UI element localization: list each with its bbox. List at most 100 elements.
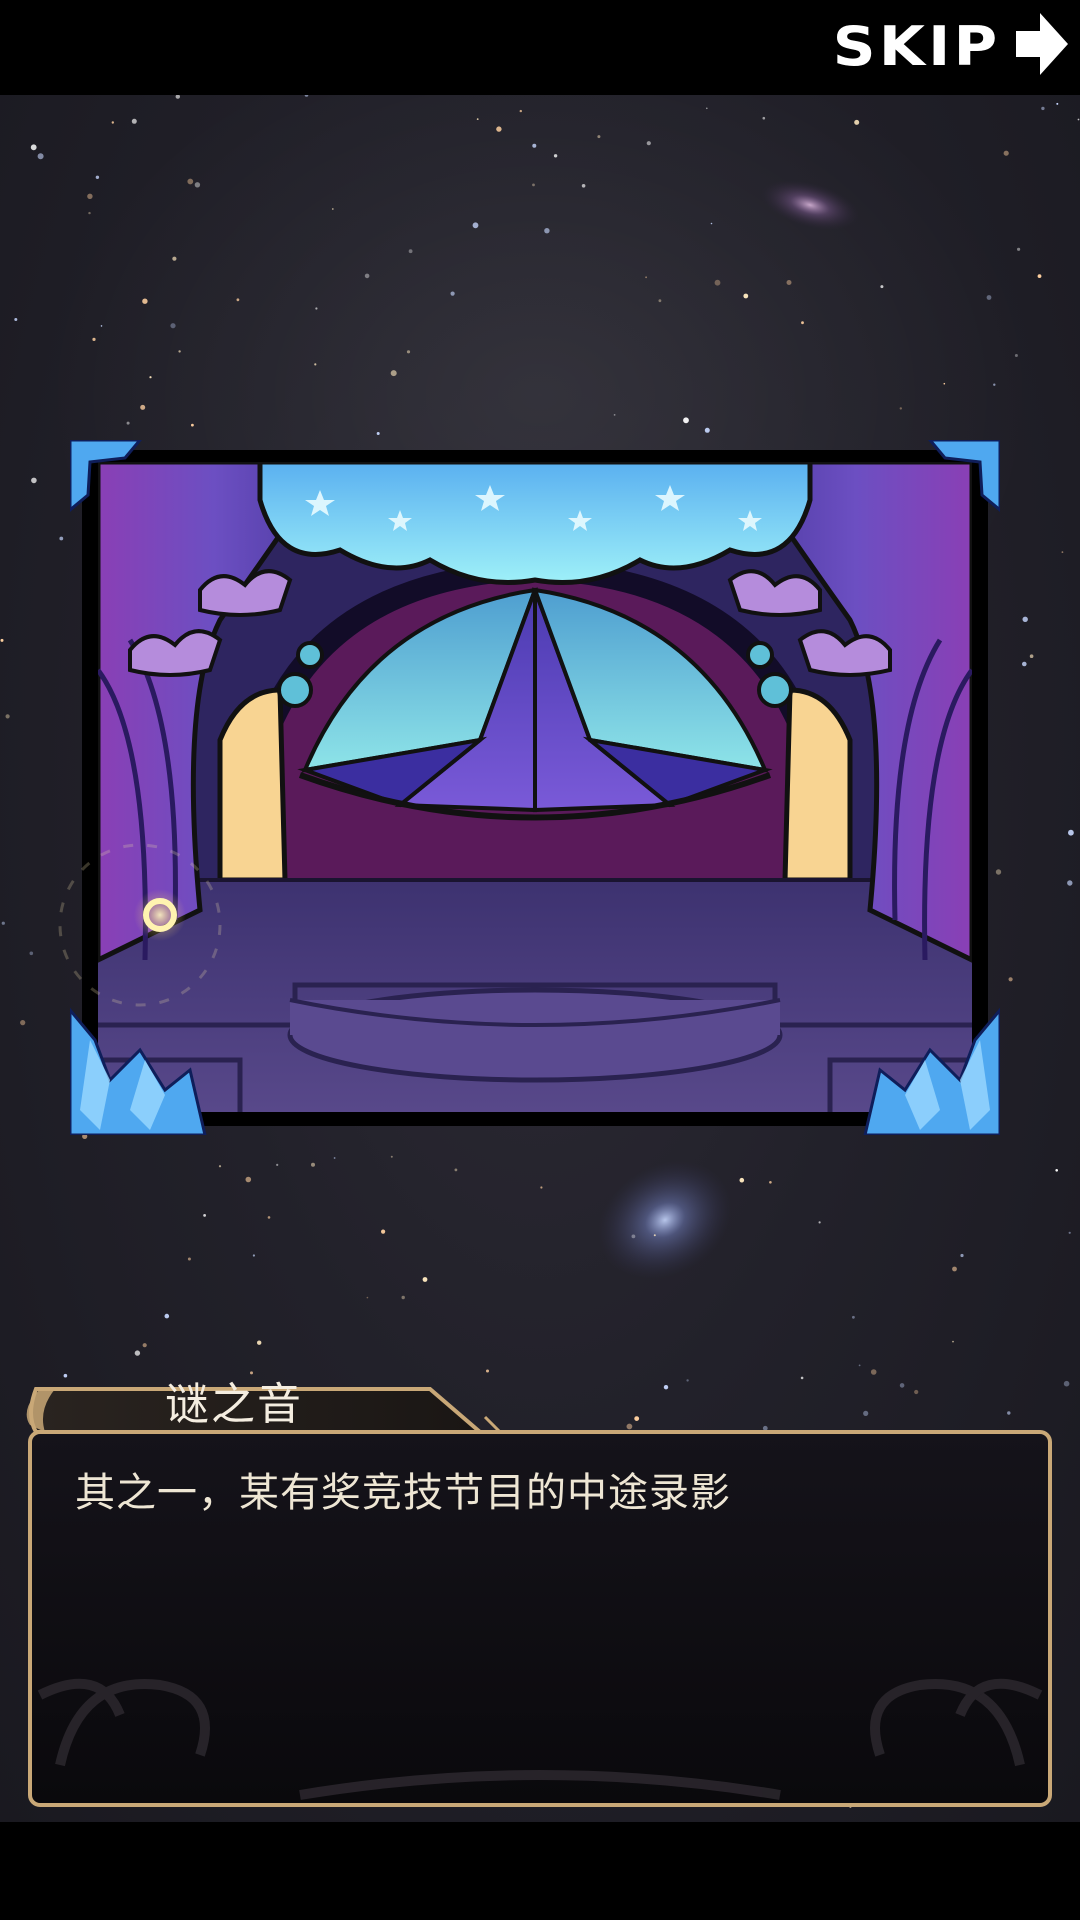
- star: [366, 1296, 369, 1299]
- star: [87, 193, 93, 199]
- star: [496, 126, 502, 132]
- star: [131, 118, 137, 124]
- star: [1056, 102, 1059, 105]
- star: [37, 153, 44, 160]
- dialog-text: 其之一，某有奖竞技节目的中途录影: [75, 1470, 731, 1516]
- star: [191, 423, 194, 427]
- star: [450, 291, 455, 296]
- stage-illustration: [68, 438, 1002, 1137]
- star: [126, 421, 130, 425]
- star: [142, 1343, 147, 1348]
- star: [645, 276, 647, 279]
- star: [164, 1313, 170, 1319]
- star: [88, 211, 91, 215]
- skip-button[interactable]: SKIP: [832, 10, 1070, 82]
- star: [422, 1277, 428, 1282]
- star: [762, 116, 766, 120]
- star: [553, 154, 558, 158]
- star: [769, 1181, 772, 1184]
- star: [658, 299, 662, 303]
- star: [899, 407, 902, 410]
- star: [581, 184, 586, 188]
- star: [1029, 654, 1034, 658]
- star: [236, 298, 240, 302]
- star: [852, 1315, 855, 1319]
- star: [331, 208, 334, 210]
- star: [257, 1340, 262, 1345]
- star: [743, 293, 749, 299]
- star: [333, 1157, 336, 1159]
- star: [401, 1295, 405, 1300]
- star: [364, 273, 370, 279]
- star: [1003, 150, 1009, 156]
- star: [187, 1257, 191, 1261]
- star: [1068, 1231, 1071, 1234]
- dialog-frame-svg: [26, 1387, 1052, 1807]
- top-bar: SKIP: [0, 0, 1080, 95]
- dialog-box[interactable]: [0, 1365, 1080, 1815]
- star: [706, 107, 708, 110]
- star: [952, 1266, 957, 1272]
- star: [540, 1186, 543, 1189]
- star: [986, 295, 992, 300]
- star: [739, 1177, 745, 1183]
- star: [653, 1234, 656, 1237]
- game-screen[interactable]: SKIP 谜之音 其之一，某有奖竞技节目的中途录影: [0, 0, 1080, 1920]
- star: [31, 477, 37, 484]
- star: [245, 1176, 252, 1183]
- star: [311, 1162, 315, 1167]
- star: [252, 1254, 255, 1257]
- star: [381, 1229, 386, 1234]
- star: [993, 383, 996, 386]
- star: [960, 1253, 964, 1258]
- star: [390, 370, 397, 377]
- star: [683, 417, 689, 424]
- star: [218, 1165, 222, 1168]
- star: [29, 951, 34, 956]
- arrow-right-icon: [1014, 11, 1070, 81]
- star: [818, 1221, 821, 1224]
- star: [1067, 880, 1073, 886]
- star: [59, 536, 64, 541]
- star: [613, 414, 616, 416]
- star: [710, 222, 713, 225]
- star: [172, 256, 177, 261]
- star: [170, 323, 176, 329]
- star: [95, 175, 100, 179]
- star: [631, 1234, 636, 1239]
- star: [476, 118, 479, 120]
- star: [1068, 829, 1074, 836]
- star: [519, 109, 522, 113]
- star: [704, 427, 710, 433]
- bottom-bar: [0, 1822, 1080, 1920]
- star: [472, 222, 479, 229]
- star: [544, 228, 550, 234]
- star: [149, 376, 152, 379]
- star: [714, 279, 721, 286]
- star: [1041, 106, 1045, 111]
- star: [1022, 661, 1027, 667]
- star: [454, 1168, 458, 1172]
- star: [142, 298, 148, 304]
- skip-label: SKIP: [832, 14, 1000, 78]
- star: [1037, 274, 1042, 278]
- star: [92, 337, 96, 341]
- star: [140, 404, 146, 410]
- speaker-name: 谜之音: [165, 1379, 303, 1430]
- star: [14, 318, 18, 321]
- star: [315, 307, 318, 310]
- star: [801, 321, 804, 325]
- star: [187, 178, 194, 185]
- star: [532, 143, 537, 148]
- star: [1014, 354, 1018, 357]
- star: [1061, 551, 1064, 553]
- star: [390, 1155, 393, 1158]
- star: [276, 1163, 279, 1166]
- star: [408, 249, 413, 254]
- star: [267, 1216, 271, 1219]
- star: [1017, 247, 1021, 251]
- star: [175, 95, 180, 99]
- star: [952, 1340, 954, 1343]
- star: [314, 363, 317, 366]
- star: [406, 350, 411, 354]
